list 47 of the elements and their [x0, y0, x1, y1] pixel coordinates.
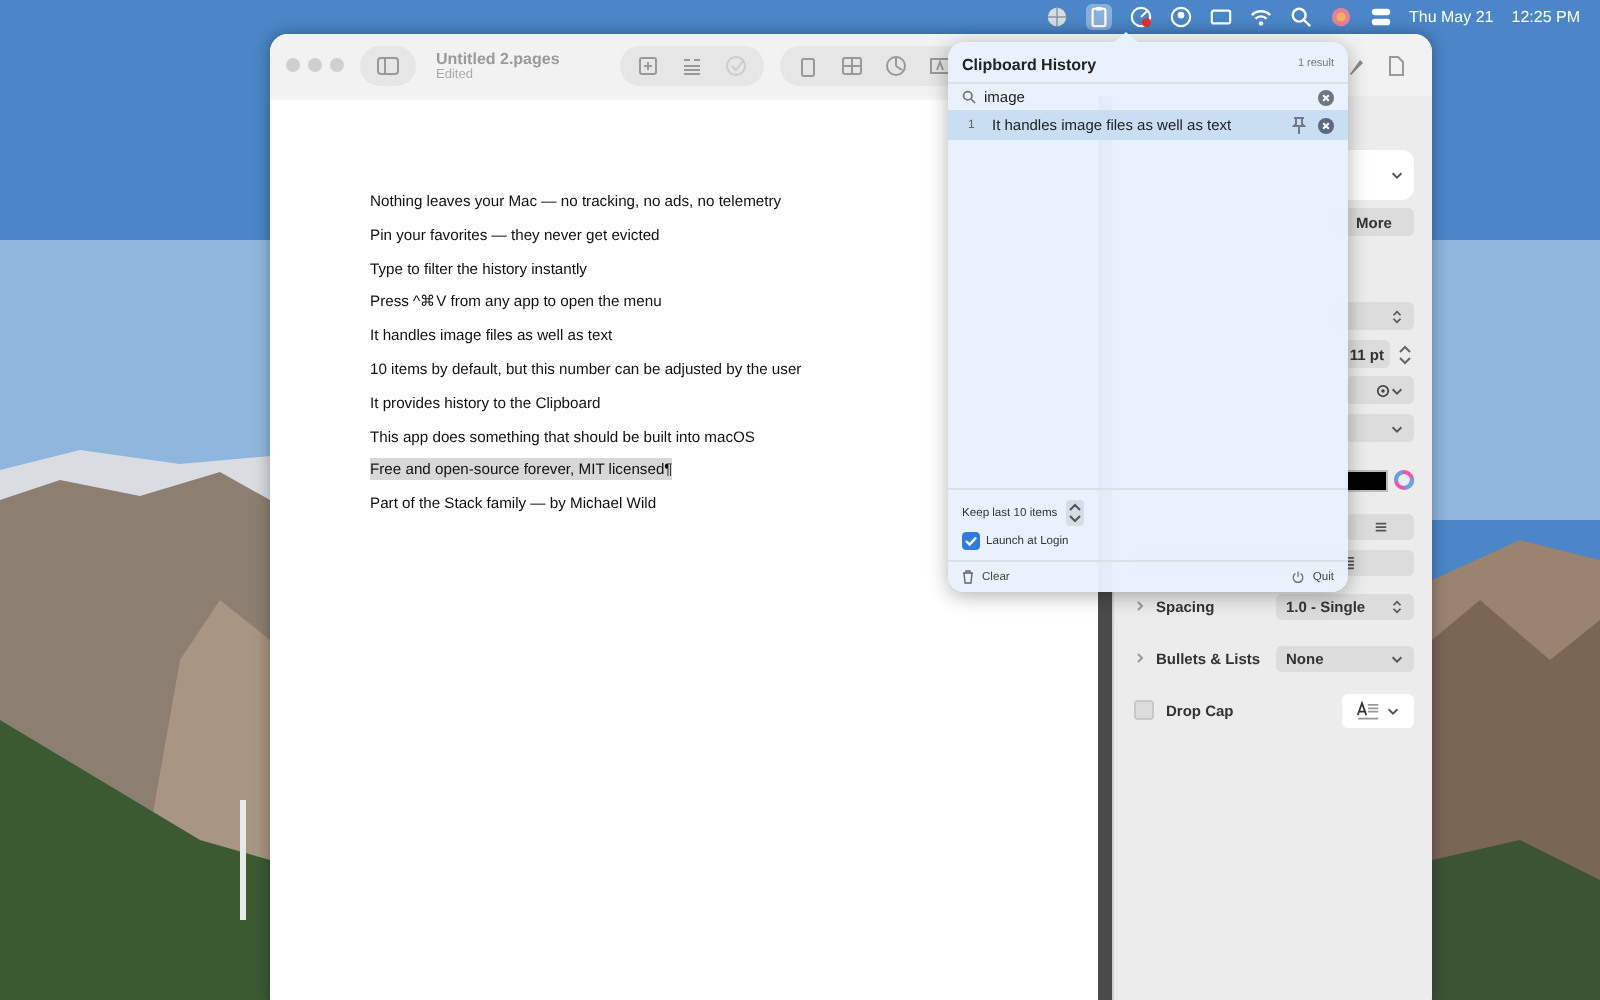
chevron-down-icon [1386, 703, 1400, 717]
disclosure-icon[interactable] [1134, 652, 1146, 664]
toggles-icon[interactable] [1369, 6, 1391, 28]
globe-icon[interactable] [1045, 6, 1067, 28]
justify-icon [1373, 519, 1387, 533]
power-icon [1292, 570, 1305, 584]
drop-cap-style-button[interactable] [1342, 693, 1414, 727]
chevron-down-icon [1390, 383, 1404, 397]
text-color-well[interactable] [1344, 469, 1388, 491]
drop-cap-checkbox[interactable] [1134, 700, 1154, 720]
text-box-icon[interactable] [928, 53, 952, 77]
orb-icon[interactable] [1329, 6, 1351, 28]
drop-cap-icon [1356, 698, 1380, 722]
color-wheel-icon[interactable] [1394, 470, 1414, 490]
popup-title: Clipboard History [962, 55, 1097, 73]
justify-button[interactable] [1346, 513, 1414, 539]
display-icon[interactable] [1209, 6, 1231, 28]
updown-icon [1390, 599, 1404, 613]
table-icon[interactable] [840, 53, 864, 77]
stepper-icon[interactable] [1396, 341, 1414, 367]
document-title: Untitled 2.pages [436, 49, 562, 67]
clear-search-icon[interactable] [1318, 89, 1334, 105]
stepper-icon[interactable] [1065, 500, 1084, 526]
check-circle-icon[interactable] [724, 53, 748, 77]
trash-icon [962, 570, 974, 584]
add-page-icon[interactable] [636, 53, 660, 77]
chevron-down-icon [1390, 421, 1404, 435]
chevron-down-icon [1390, 651, 1404, 665]
pin-icon[interactable] [1292, 116, 1306, 134]
menu-bar-clock: 12:25 PM [1511, 8, 1580, 26]
sidebar-icon[interactable] [376, 53, 400, 77]
delete-icon[interactable] [1318, 117, 1334, 133]
search-icon[interactable] [1289, 6, 1311, 28]
document-icon[interactable] [1384, 53, 1408, 77]
search-icon [962, 90, 976, 104]
updown-icon [1390, 309, 1404, 323]
launch-checkbox[interactable] [962, 532, 980, 550]
clipboard-icon[interactable] [796, 53, 820, 77]
gauge-icon[interactable] [1129, 6, 1151, 28]
menu-bar-date: Thu May 21 [1409, 8, 1494, 26]
text-options-button[interactable] [1346, 376, 1414, 404]
clipboard-icon[interactable] [1087, 6, 1109, 28]
chevron-down-icon [1390, 167, 1404, 181]
character-style-dropdown[interactable] [1346, 414, 1414, 442]
wifi-icon[interactable] [1249, 6, 1271, 28]
disclosure-icon[interactable] [1134, 600, 1146, 612]
list-icon[interactable] [680, 53, 704, 77]
